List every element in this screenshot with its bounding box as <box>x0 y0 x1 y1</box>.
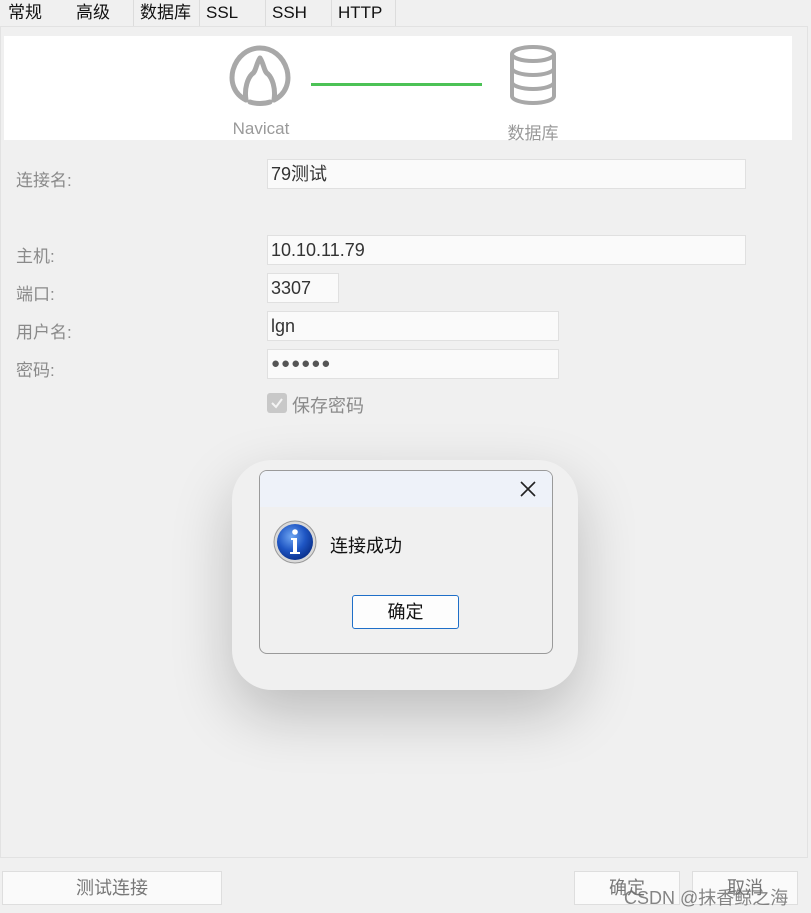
navicat-label: Navicat <box>232 119 290 138</box>
tab-http[interactable]: HTTP <box>332 0 396 26</box>
dialog-titlebar <box>260 471 552 507</box>
tab-database[interactable]: 数据库 <box>134 0 200 26</box>
dialog-message: 连接成功 <box>330 536 402 556</box>
tab-general[interactable]: 常规 <box>0 0 70 26</box>
dialog-ok-button[interactable]: 确定 <box>352 595 459 629</box>
connection-line <box>311 83 482 86</box>
tab-ssl[interactable]: SSL <box>200 0 266 26</box>
success-dialog: 连接成功 确定 <box>259 470 553 654</box>
username-input[interactable]: lgn <box>267 311 559 341</box>
connection-name-input[interactable]: 79测试 <box>267 159 746 189</box>
host-label: 主机: <box>16 247 55 266</box>
save-password-label: 保存密码 <box>292 396 364 416</box>
general-panel <box>0 26 808 858</box>
info-icon <box>273 520 317 564</box>
database-icon <box>510 45 556 106</box>
navicat-logo-icon <box>229 45 291 106</box>
username-label: 用户名: <box>16 323 72 342</box>
connection-banner <box>4 36 792 140</box>
tab-bar: 常规 高级 数据库 SSL SSH HTTP <box>0 0 811 26</box>
checkmark-icon <box>271 398 283 409</box>
port-label: 端口: <box>16 285 55 304</box>
password-input[interactable]: ●●●●●● <box>267 349 559 379</box>
port-input[interactable]: 3307 <box>267 273 339 303</box>
password-label: 密码: <box>16 361 55 380</box>
tab-advanced[interactable]: 高级 <box>70 0 134 26</box>
watermark: CSDN @抹香鲸之海 <box>624 888 789 908</box>
test-connection-button[interactable]: 测试连接 <box>2 871 222 905</box>
close-icon[interactable] <box>518 479 538 499</box>
database-label: 数据库 <box>507 124 559 143</box>
host-input[interactable]: 10.10.11.79 <box>267 235 746 265</box>
tab-ssh[interactable]: SSH <box>266 0 332 26</box>
connection-name-label: 连接名: <box>16 171 72 190</box>
save-password-checkbox[interactable] <box>267 393 287 413</box>
